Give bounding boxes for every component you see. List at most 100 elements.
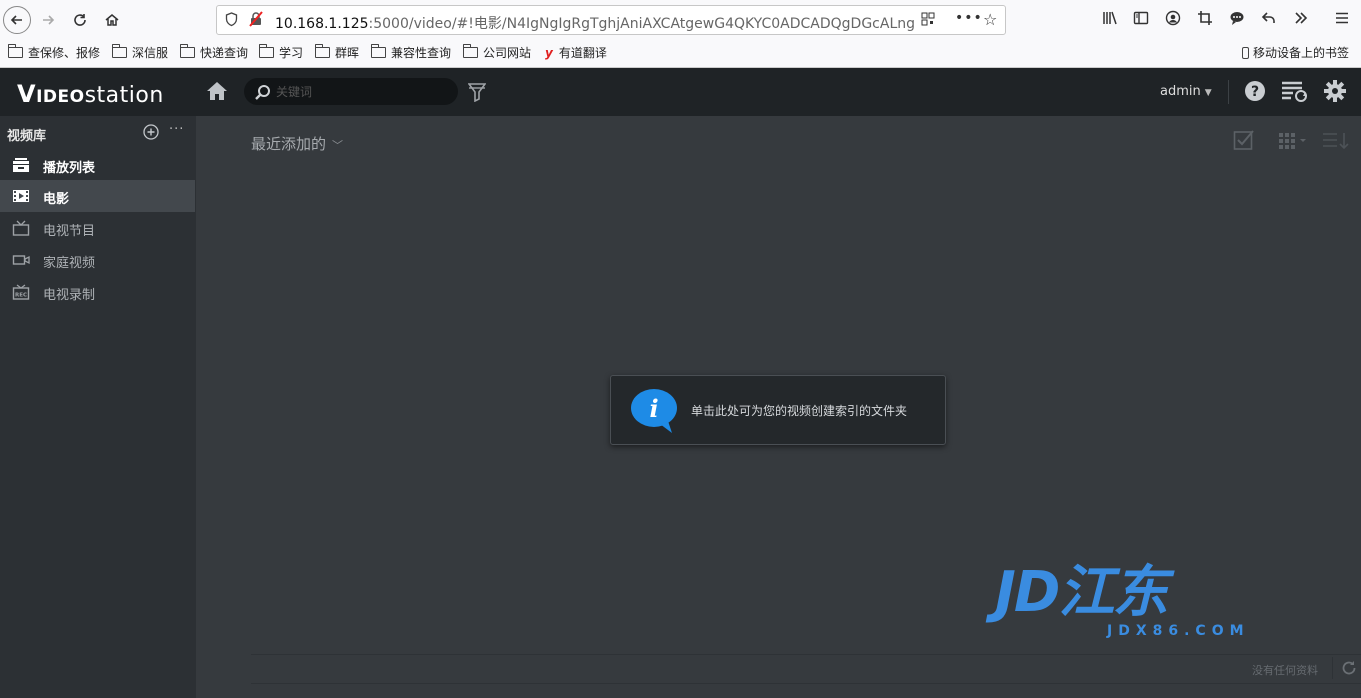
select-checkbox-icon[interactable] xyxy=(1233,129,1255,151)
sidebar: 视频库 ··· 播放列表 电影 电视节目 家庭视频 REC 电视录制 xyxy=(0,116,196,698)
sidebar-item-label: 电视录制 xyxy=(43,288,96,303)
tv-icon xyxy=(12,220,30,236)
sidebar-item-playlist[interactable]: 播放列表 xyxy=(0,149,195,181)
chevron-down-icon: ﹀ xyxy=(332,139,344,152)
bookmark-label: 有道翻译 xyxy=(558,46,607,60)
grid-view-icon[interactable] xyxy=(1278,132,1308,150)
add-library-icon[interactable] xyxy=(143,124,159,140)
library-icon[interactable] xyxy=(1098,10,1122,30)
user-menu[interactable]: admin ▼ xyxy=(1160,84,1212,99)
folder-icon xyxy=(7,44,23,58)
browser-nav-row: 10.168.1.125:5000/video/#!电影/N4IgNgIgRgT… xyxy=(0,3,1361,37)
mobile-bookmarks-label: 移动设备上的书签 xyxy=(1252,46,1349,60)
url-path: :5000/video/#!电影/N4IgNgIgRgTghjAniAXCAtg… xyxy=(368,16,915,32)
url-bar[interactable]: 10.168.1.125:5000/video/#!电影/N4IgNgIgRgT… xyxy=(216,5,1006,35)
bookmark-item[interactable]: 学习 xyxy=(258,44,304,61)
bookmark-star-icon[interactable]: ☆ xyxy=(983,10,997,29)
reload-button[interactable] xyxy=(66,6,94,34)
bookmark-label: 群晖 xyxy=(335,46,360,60)
sidebar-item-label: 电视节目 xyxy=(43,224,96,239)
bookmark-label: 查保修、报修 xyxy=(28,46,101,60)
index-folder-hint[interactable]: i 单击此处可为您的视频创建索引的文件夹 xyxy=(610,375,946,445)
sort-dropdown[interactable]: 最近添加的 ﹀ xyxy=(251,133,343,154)
watermark: JD江东 JDX86.COM xyxy=(995,563,1295,643)
help-icon[interactable]: ? xyxy=(1244,80,1266,102)
sidebar-item-label: 家庭视频 xyxy=(43,256,96,271)
search-box[interactable] xyxy=(244,78,458,105)
info-bubble-icon: i xyxy=(631,389,677,433)
folder-icon xyxy=(179,44,195,58)
search-input[interactable] xyxy=(276,82,446,101)
screenshot-crop-icon[interactable] xyxy=(1193,10,1217,30)
svg-text:?: ? xyxy=(1251,84,1259,100)
info-text: 单击此处可为您的视频创建索引的文件夹 xyxy=(691,404,908,418)
gear-icon[interactable] xyxy=(1323,79,1347,103)
svg-text:REC: REC xyxy=(15,293,27,299)
page-actions-more-icon[interactable]: ••• xyxy=(955,10,983,26)
bookmark-item[interactable]: 兼容性查询 xyxy=(370,44,452,61)
chat-bubble-icon[interactable] xyxy=(1225,10,1249,30)
logo-ideo: IDEO xyxy=(36,87,85,107)
bookmark-item[interactable]: y 有道翻译 xyxy=(545,44,607,61)
arrow-left-icon xyxy=(10,15,22,25)
bookmark-label: 兼容性查询 xyxy=(391,46,452,60)
mobile-bookmarks[interactable]: 移动设备上的书签 xyxy=(1241,44,1349,61)
bookmark-label: 学习 xyxy=(279,46,304,60)
sidebar-item-movies[interactable]: 电影 xyxy=(0,180,195,212)
movie-icon xyxy=(13,190,29,202)
library-title: 视频库 xyxy=(7,129,47,144)
arrow-right-icon xyxy=(43,15,55,25)
no-data-label: 没有任何资料 xyxy=(1252,664,1318,677)
phone-icon xyxy=(1241,46,1249,59)
footer-divider xyxy=(251,654,1361,655)
sidebar-item-home-videos[interactable]: 家庭视频 xyxy=(0,244,195,276)
logo-station: station xyxy=(84,83,164,108)
bookmark-item[interactable]: 群晖 xyxy=(314,44,360,61)
sidebar-toggle-icon[interactable] xyxy=(1129,10,1153,30)
bookmark-item[interactable]: 公司网站 xyxy=(462,44,532,61)
shield-icon[interactable] xyxy=(225,12,238,31)
footer-separator xyxy=(1332,657,1333,679)
reload-icon xyxy=(74,14,86,26)
sort-order-icon[interactable] xyxy=(1322,132,1350,150)
insecure-lock-icon[interactable] xyxy=(249,11,263,31)
refresh-icon[interactable] xyxy=(1341,660,1357,676)
home-icon xyxy=(105,14,119,26)
header-divider xyxy=(1228,80,1229,104)
qr-code-icon[interactable] xyxy=(921,12,935,30)
bookmark-item[interactable]: 查保修、报修 xyxy=(7,44,101,61)
rec-icon: REC xyxy=(12,284,30,300)
bookmark-label: 公司网站 xyxy=(483,46,532,60)
home-icon[interactable] xyxy=(206,80,228,102)
forward-button[interactable] xyxy=(34,6,62,34)
undo-icon[interactable] xyxy=(1257,10,1281,30)
folder-icon xyxy=(314,44,330,58)
search-icon xyxy=(255,85,270,100)
playback-queue-icon[interactable] xyxy=(1281,80,1309,104)
bookmarks-bar: 查保修、报修 深信服 快递查询 学习 群晖 兼容性查询 公司网站 y 有道翻译 移… xyxy=(0,41,1361,65)
sidebar-item-tv-recordings[interactable]: REC 电视录制 xyxy=(0,276,195,308)
sidebar-item-label: 电影 xyxy=(43,192,70,207)
browser-chrome: 10.168.1.125:5000/video/#!电影/N4IgNgIgRgT… xyxy=(0,0,1361,68)
folder-icon xyxy=(370,44,386,58)
sort-label: 最近添加的 xyxy=(251,135,327,153)
account-icon[interactable] xyxy=(1161,10,1185,30)
svg-text:i: i xyxy=(649,394,658,423)
back-button[interactable] xyxy=(3,6,31,34)
more-options-icon[interactable]: ··· xyxy=(169,122,184,137)
url-text[interactable]: 10.168.1.125:5000/video/#!电影/N4IgNgIgRgT… xyxy=(275,13,915,33)
overflow-chevron-icon[interactable] xyxy=(1289,10,1313,30)
youdao-icon: y xyxy=(545,45,553,60)
logo-v: V xyxy=(17,80,37,108)
user-name: admin xyxy=(1160,84,1201,99)
filter-icon[interactable] xyxy=(468,82,486,102)
sidebar-item-tv-shows[interactable]: 电视节目 xyxy=(0,212,195,244)
bookmark-item[interactable]: 快递查询 xyxy=(179,44,248,61)
folder-icon xyxy=(111,44,127,58)
browser-home-button[interactable] xyxy=(98,6,126,34)
playlist-icon xyxy=(13,158,29,172)
hamburger-menu-icon[interactable] xyxy=(1330,10,1354,30)
watermark-logo: JD江东 xyxy=(995,560,1168,625)
bookmark-item[interactable]: 深信服 xyxy=(111,44,168,61)
app-header: VIDEOstation admin▼ ? xyxy=(0,68,1361,116)
